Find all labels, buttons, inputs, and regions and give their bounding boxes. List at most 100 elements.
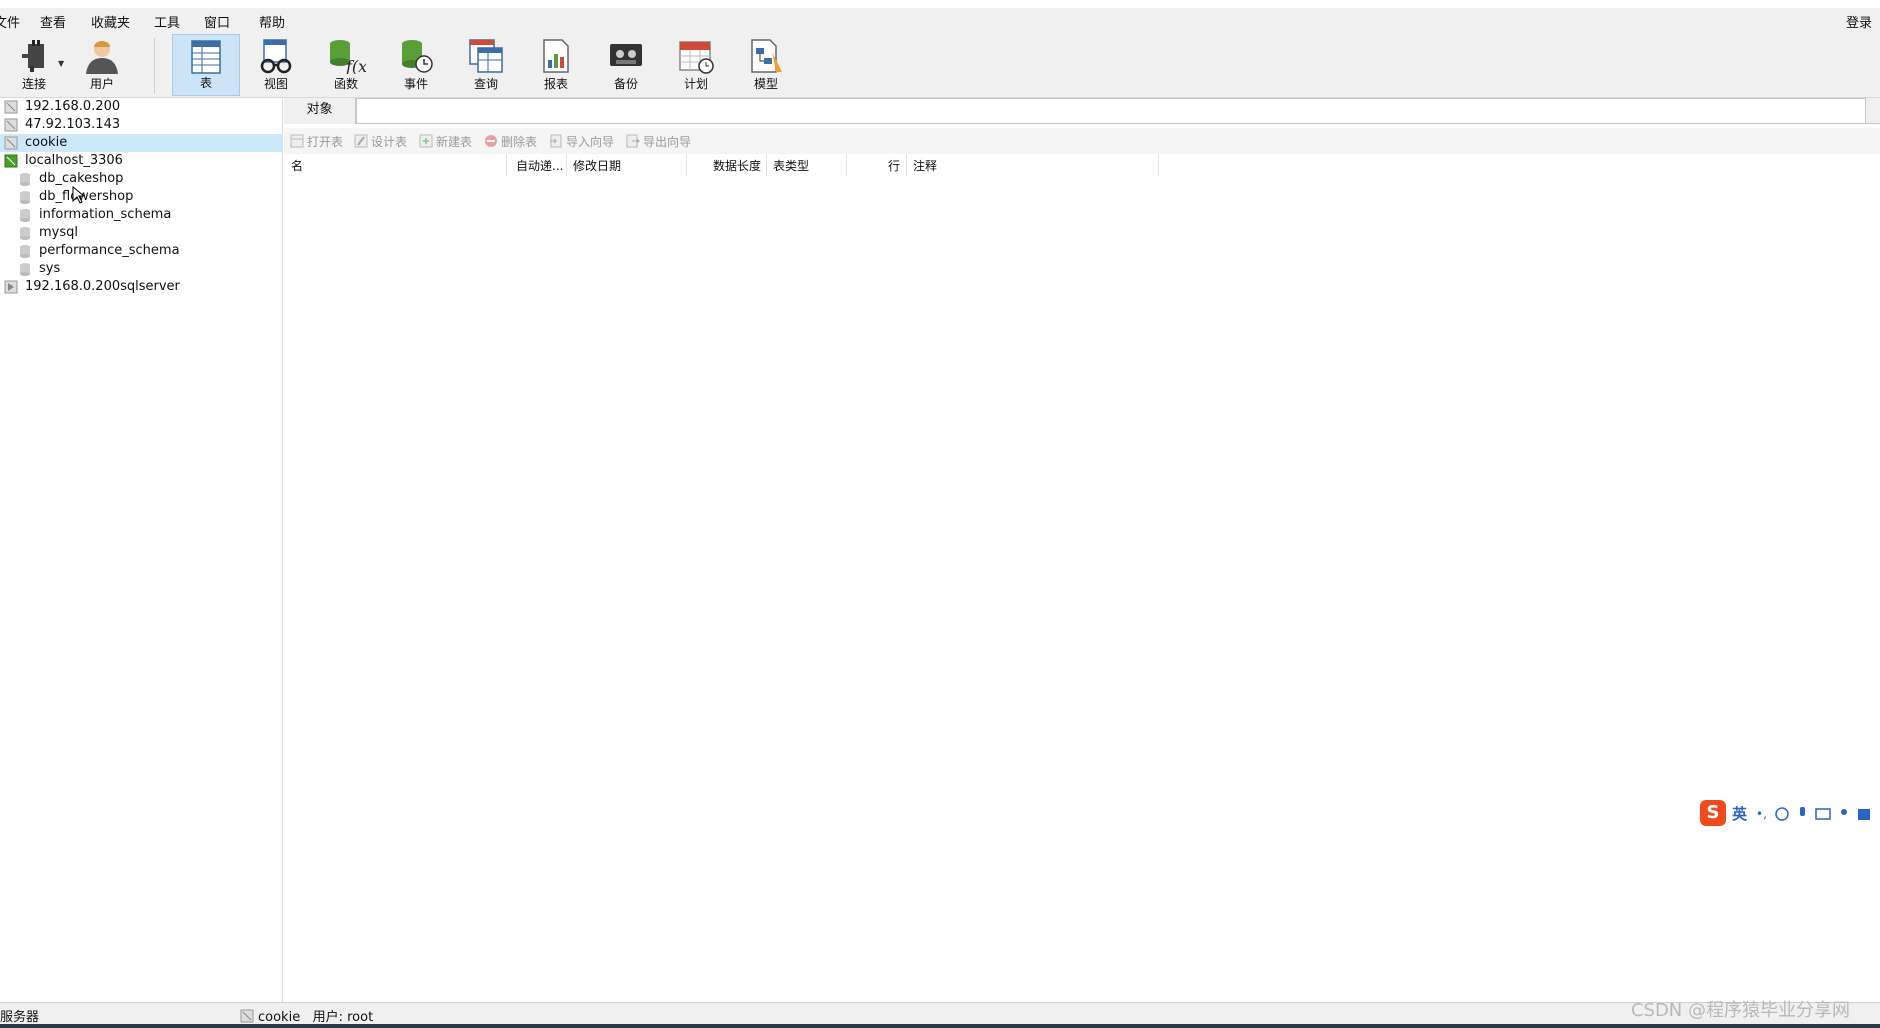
tree-item-label: db_flowershop (39, 189, 134, 204)
database-icon (18, 244, 32, 258)
query-button[interactable]: 查询 (452, 34, 520, 96)
tree-item-database[interactable]: db_cakeshop (0, 170, 283, 188)
ime-tool-icons[interactable]: •, (1756, 806, 1876, 822)
connect-dropdown-arrow[interactable]: ▼ (58, 59, 64, 68)
open-table-label: 打开表 (307, 135, 344, 149)
object-list-header: 名 自动递... 修改日期 数据长度 表类型 行 注释 (284, 154, 1880, 176)
ime-toolbar[interactable]: S 英 •, (1700, 800, 1880, 828)
menu-file[interactable]: 文件 (0, 12, 20, 31)
tree-item-label: 192.168.0.200sqlserver (25, 279, 180, 294)
object-tabbar: 对象 (284, 98, 1880, 124)
connection-icon (240, 1009, 254, 1023)
tree-item-connection-selected[interactable]: cookie (0, 134, 283, 152)
column-table-type[interactable]: 表类型 (773, 157, 809, 174)
report-chart-icon (543, 39, 569, 73)
column-rows[interactable]: 行 (888, 157, 900, 174)
connect-button[interactable]: ▼ 连接 (0, 34, 68, 96)
tree-item-label: mysql (39, 225, 78, 240)
tree-item-label: 192.168.0.200 (25, 99, 121, 114)
tree-item-database[interactable]: information_schema (0, 206, 283, 224)
query-label: 查询 (473, 77, 498, 91)
import-wizard-icon (550, 134, 562, 148)
tree-item-label: localhost_3306 (25, 153, 123, 168)
design-table-icon (354, 134, 368, 148)
menu-help[interactable]: 帮助 (259, 12, 285, 31)
column-divider (686, 154, 687, 176)
connection-icon (4, 100, 18, 114)
menu-tools[interactable]: 工具 (154, 12, 180, 31)
tree-item-label: performance_schema (39, 243, 180, 258)
column-modified-date[interactable]: 修改日期 (573, 157, 621, 174)
import-wizard-button[interactable]: 导入向导 (549, 133, 614, 150)
view-label: 视图 (263, 77, 288, 91)
delete-table-icon (485, 135, 497, 147)
backup-tape-icon (610, 44, 642, 66)
tree-item-label: cookie (25, 135, 68, 150)
tree-item-database[interactable]: sys (0, 260, 283, 278)
status-server-label: 服务器 (0, 1010, 40, 1025)
database-icon (18, 208, 32, 222)
navicat-window: 文件 查看 收藏夹 工具 窗口 帮助 登录 ▼ 连接 用户 表 视图 f(函数… (0, 0, 1880, 1028)
tree-item-database[interactable]: performance_schema (0, 242, 283, 260)
connection-icon (4, 136, 18, 150)
query-table-icon (469, 39, 503, 73)
login-link[interactable]: 登录 (1846, 12, 1872, 31)
event-button[interactable]: 事件 (382, 34, 450, 96)
status-connection-name: cookie (258, 1010, 301, 1025)
database-icon (18, 262, 32, 276)
design-table-label: 设计表 (371, 135, 408, 149)
column-divider (906, 154, 907, 176)
sqlserver-connection-icon (4, 280, 18, 294)
export-wizard-icon (626, 134, 640, 148)
new-table-button[interactable]: 新建表 (419, 133, 472, 150)
function-button[interactable]: f(x) 函数 (312, 34, 380, 96)
sogou-logo-icon: S (1700, 800, 1726, 826)
status-connection: cookie 用户: root (240, 1006, 373, 1025)
column-data-length[interactable]: 数据长度 (713, 157, 761, 174)
model-label: 模型 (753, 77, 778, 91)
mouse-cursor-icon (72, 186, 84, 204)
status-bar: 服务器 cookie 用户: root (0, 1002, 1880, 1025)
function-label: 函数 (333, 77, 358, 91)
menu-favorites[interactable]: 收藏夹 (91, 12, 130, 31)
svg-text:f(x): f(x) (345, 57, 366, 74)
open-table-button[interactable]: 打开表 (290, 133, 343, 150)
tree-item-connection-open[interactable]: localhost_3306 (0, 152, 283, 170)
delete-table-button[interactable]: 删除表 (484, 133, 537, 150)
watermark: CSDN @程序猿毕业分享网 (1630, 1000, 1850, 1021)
delete-table-label: 删除表 (501, 135, 538, 149)
export-wizard-button[interactable]: 导出向导 (626, 133, 691, 150)
table-button[interactable]: 表 (172, 34, 240, 96)
open-table-icon (290, 134, 304, 148)
model-button[interactable]: 模型 (732, 34, 800, 96)
tree-item-connection[interactable]: 47.92.103.143 (0, 116, 283, 134)
connection-tree: 192.168.0.200 47.92.103.143 cookie local… (0, 98, 283, 1002)
table-icon (191, 40, 221, 74)
design-table-button[interactable]: 设计表 (354, 133, 407, 150)
tree-item-label: sys (39, 261, 61, 276)
export-wizard-label: 导出向导 (643, 135, 692, 149)
tree-item-connection[interactable]: 192.168.0.200 (0, 98, 283, 116)
plug-connect-icon (22, 40, 44, 72)
table-label: 表 (199, 76, 212, 90)
schedule-button[interactable]: 计划 (662, 34, 730, 96)
tree-item-database[interactable]: mysql (0, 224, 283, 242)
column-auto-increment[interactable]: 自动递... (516, 157, 563, 174)
new-table-label: 新建表 (436, 135, 473, 149)
toolbar-separator (154, 38, 155, 94)
column-name[interactable]: 名 (291, 157, 303, 174)
menu-window[interactable]: 窗口 (204, 12, 230, 31)
column-comment[interactable]: 注释 (913, 157, 937, 174)
user-button[interactable]: 用户 (68, 34, 136, 96)
backup-button[interactable]: 备份 (592, 34, 660, 96)
menu-view[interactable]: 查看 (40, 12, 66, 31)
ime-mode-label[interactable]: 英 (1732, 803, 1747, 824)
view-button[interactable]: 视图 (242, 34, 310, 96)
report-button[interactable]: 报表 (522, 34, 590, 96)
taskbar-edge (0, 1024, 1880, 1028)
tree-item-database[interactable]: db_flowershop (0, 188, 283, 206)
tab-objects[interactable]: 对象 (284, 98, 356, 124)
tree-item-connection-sqlserver[interactable]: 192.168.0.200sqlserver (0, 278, 283, 296)
schedule-label: 计划 (683, 77, 708, 91)
column-divider (566, 154, 567, 176)
